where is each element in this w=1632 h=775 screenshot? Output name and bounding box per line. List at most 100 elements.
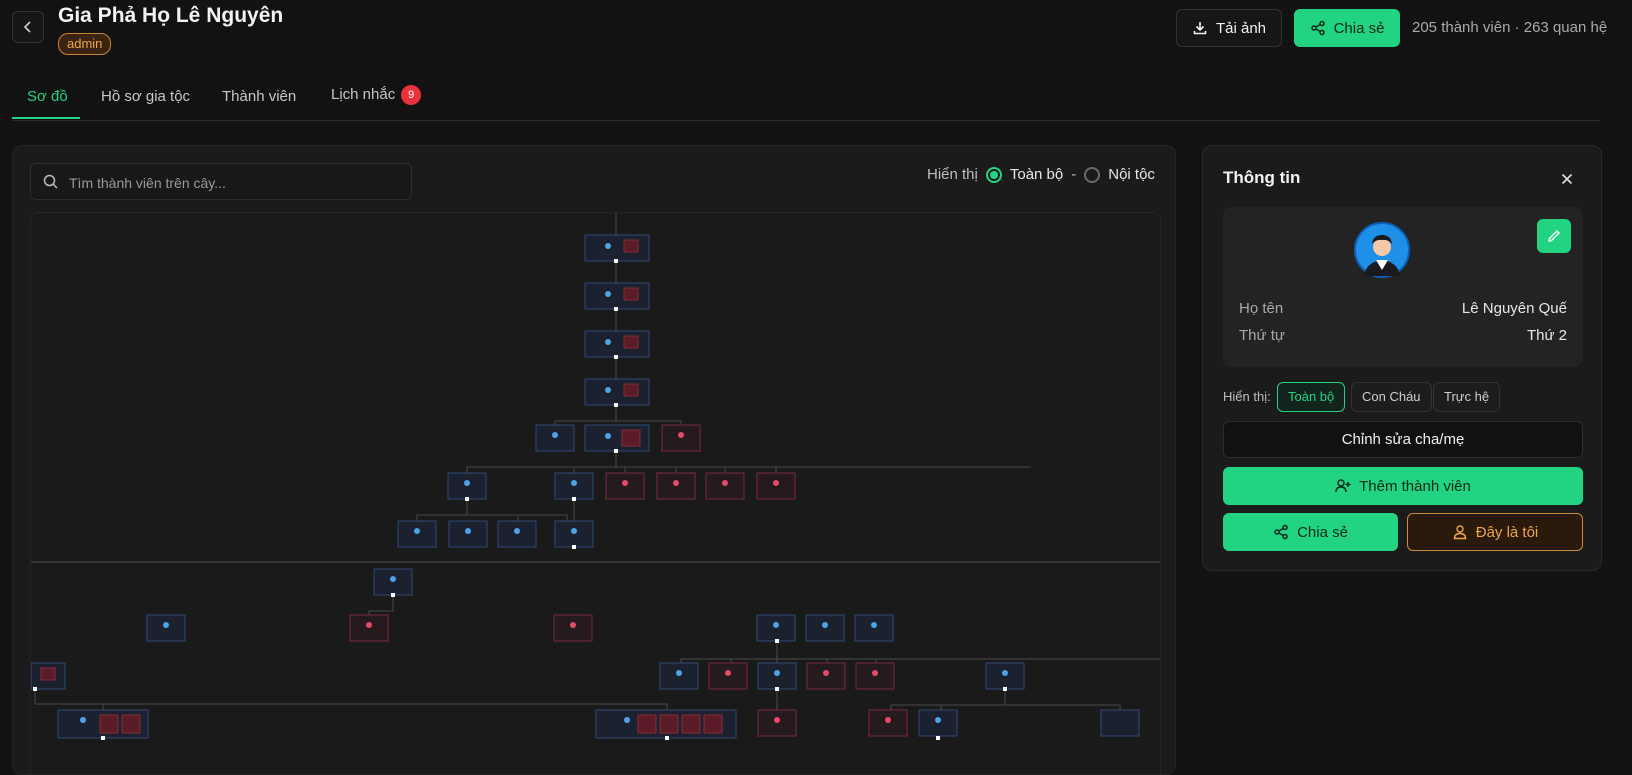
tree-node[interactable] (535, 424, 575, 452)
close-icon (1561, 173, 1573, 185)
tab-clan-profile[interactable]: Hồ sơ gia tộc (101, 88, 190, 105)
avatar (1354, 222, 1410, 278)
member-relation-stats: 205 thành viên · 263 quan hệ (1412, 19, 1608, 36)
member-info-panel: Thông tin Họ tên Lê Nguyên Quế Thứ tự Th… (1202, 145, 1602, 571)
radio-inner-clan[interactable] (1084, 166, 1101, 183)
tree-node[interactable] (708, 662, 748, 690)
view-mode-label: Hiển thị (927, 166, 978, 183)
field-value: Lê Nguyên Quế (1461, 300, 1567, 317)
tree-node[interactable] (605, 472, 645, 500)
tree-node[interactable] (448, 520, 488, 548)
radio-all[interactable] (985, 166, 1002, 183)
tree-node[interactable] (805, 614, 845, 642)
share-button[interactable]: Chia sẻ (1294, 9, 1400, 47)
download-label: Tải ảnh (1215, 19, 1267, 37)
tree-node[interactable] (584, 424, 650, 452)
tree-node[interactable] (553, 614, 593, 642)
tree-node[interactable] (757, 662, 797, 690)
tree-node[interactable] (57, 709, 149, 739)
this-is-me-label: Đây là tôi (1475, 523, 1539, 541)
tree-node[interactable] (349, 614, 389, 642)
chevron-left-icon (23, 21, 31, 33)
user-icon (1453, 525, 1466, 540)
tree-node[interactable] (806, 662, 846, 690)
search-icon (43, 174, 58, 189)
tree-node[interactable] (497, 520, 537, 548)
tree-node[interactable] (595, 709, 737, 739)
tree-node[interactable] (554, 472, 594, 500)
edit-parents-button[interactable]: Chỉnh sửa cha/mẹ (1223, 421, 1583, 458)
tree-node[interactable] (584, 234, 650, 262)
close-button[interactable] (1557, 169, 1577, 189)
share-member-label: Chia sẻ (1297, 523, 1348, 541)
tree-node[interactable] (584, 282, 650, 310)
back-button[interactable] (12, 11, 44, 43)
tab-diagram[interactable]: Sơ đồ (27, 88, 68, 105)
tree-node[interactable] (661, 424, 701, 452)
tree-node[interactable] (146, 614, 186, 642)
tab-bar: Sơ đồ Hồ sơ gia tộc Thành viên Lịch nhắc… (12, 80, 1600, 121)
tree-node[interactable] (659, 662, 699, 690)
download-icon (1193, 22, 1207, 35)
tree-node[interactable] (855, 662, 895, 690)
tree-node[interactable] (656, 472, 696, 500)
tree-nodes (31, 234, 1140, 739)
view-mode-toggle: Hiển thị Toàn bộ - Nội tộc (927, 166, 1155, 183)
tree-node[interactable] (554, 520, 594, 548)
add-member-button[interactable]: Thêm thành viên (1223, 467, 1583, 505)
tree-node[interactable] (373, 568, 413, 596)
tab-label: Sơ đồ (27, 88, 68, 105)
page-title: Gia Phả Họ Lê Nguyên (58, 4, 284, 27)
edit-member-button[interactable] (1537, 219, 1571, 253)
tree-node[interactable] (854, 614, 894, 642)
tree-node[interactable] (756, 614, 796, 642)
tree-node[interactable] (447, 472, 487, 500)
tree-search-box[interactable] (30, 163, 412, 201)
display-mode-label: Hiển thị: (1223, 389, 1271, 404)
tree-node[interactable] (868, 709, 908, 737)
profile-card: Họ tên Lê Nguyên Quế Thứ tự Thứ 2 (1223, 207, 1583, 367)
this-is-me-button[interactable]: Đây là tôi (1407, 513, 1583, 551)
share-icon (1310, 20, 1325, 36)
radio-all-label[interactable]: Toàn bộ (1010, 166, 1063, 183)
family-tree-graph[interactable] (31, 213, 1161, 775)
tab-members[interactable]: Thành viên (222, 88, 296, 105)
share-member-button[interactable]: Chia sẻ (1223, 513, 1398, 551)
download-image-button[interactable]: Tải ảnh (1176, 9, 1282, 47)
display-chip-descendants[interactable]: Con Cháu (1351, 382, 1432, 412)
role-badge: admin (58, 33, 112, 55)
family-tree-canvas[interactable] (30, 212, 1161, 775)
share-label: Chia sẻ (1333, 19, 1385, 37)
tab-label: Lịch nhắc (331, 86, 396, 103)
tree-node[interactable] (757, 709, 797, 737)
field-label: Thứ tự (1239, 327, 1285, 344)
tree-node[interactable] (705, 472, 745, 500)
tree-node[interactable] (1100, 709, 1140, 737)
radio-inner-clan-label[interactable]: Nội tộc (1108, 166, 1155, 183)
view-separator: - (1071, 166, 1077, 183)
active-tab-indicator (12, 117, 80, 119)
tree-node[interactable] (985, 662, 1025, 690)
add-member-label: Thêm thành viên (1359, 477, 1471, 495)
tree-search-input[interactable] (67, 164, 401, 201)
share-icon (1274, 524, 1288, 540)
display-chip-direct-line[interactable]: Trực hệ (1433, 382, 1501, 412)
info-panel-title: Thông tin (1223, 168, 1301, 187)
field-value: Thứ 2 (1526, 327, 1567, 344)
reminder-count-badge: 9 (401, 85, 422, 105)
pencil-icon (1548, 230, 1560, 242)
tree-node[interactable] (31, 662, 66, 690)
tree-node[interactable] (584, 378, 650, 406)
tree-node[interactable] (584, 330, 650, 358)
display-chip-all[interactable]: Toàn bộ (1277, 382, 1346, 412)
field-birth-order: Thứ tự Thứ 2 (1239, 327, 1567, 344)
tree-node[interactable] (756, 472, 796, 500)
tab-reminders[interactable]: Lịch nhắc 9 (331, 85, 422, 105)
field-label: Họ tên (1239, 300, 1284, 317)
family-tree-panel: Hiển thị Toàn bộ - Nội tộc (12, 145, 1176, 775)
tab-label: Thành viên (222, 88, 297, 105)
tree-node[interactable] (397, 520, 437, 548)
tab-label: Hồ sơ gia tộc (101, 88, 191, 105)
tree-node[interactable] (918, 709, 958, 737)
field-full-name: Họ tên Lê Nguyên Quế (1239, 300, 1567, 317)
